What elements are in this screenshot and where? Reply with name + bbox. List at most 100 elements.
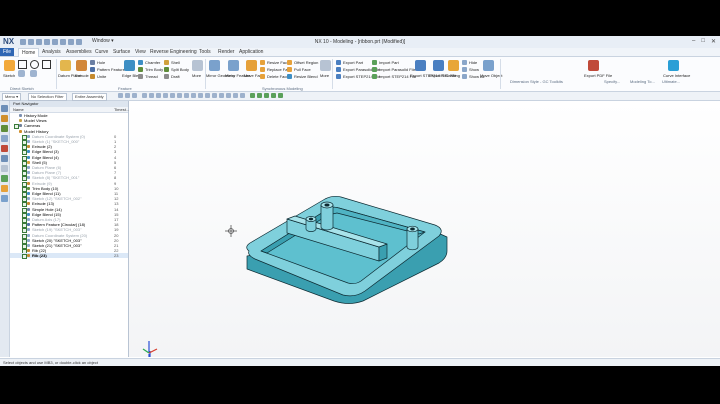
extrude-button[interactable]: Extrude — [75, 73, 89, 78]
snap-point-icon[interactable] — [156, 93, 161, 98]
constraint-navigator-icon[interactable] — [1, 115, 8, 122]
roles-icon[interactable] — [1, 195, 8, 202]
part-model[interactable] — [246, 195, 448, 304]
selection-scope-dropdown[interactable]: Entire Assembly — [72, 93, 107, 101]
split-body-button[interactable]: Split Body — [164, 67, 189, 72]
export-pdf-icon[interactable] — [588, 60, 599, 71]
column-name[interactable]: Name — [13, 107, 24, 112]
close-button[interactable]: ✕ — [711, 38, 716, 45]
shell-button[interactable]: Shell — [164, 60, 180, 65]
snap-point-icon[interactable] — [149, 93, 154, 98]
snap-point-icon[interactable] — [163, 93, 168, 98]
snap-point-icon[interactable] — [184, 93, 189, 98]
trim-body-button[interactable]: Trim Body — [138, 67, 163, 72]
export-part-button[interactable]: Export Part — [336, 60, 363, 65]
offset-region-button[interactable]: Offset Region — [287, 60, 318, 65]
sketch-icon[interactable] — [4, 60, 15, 71]
menu-dropdown[interactable]: Menu ▾ — [2, 93, 22, 101]
mirror-geometry-icon[interactable] — [209, 60, 220, 71]
snap-point-icon[interactable] — [177, 93, 182, 98]
export-stl-icon[interactable] — [433, 60, 444, 71]
polygon-icon[interactable] — [30, 70, 37, 77]
pattern-feature-button[interactable]: Pattern Feature — [90, 67, 125, 72]
draft-button[interactable]: Draft — [164, 74, 180, 79]
select-icon[interactable] — [125, 93, 130, 98]
tab-analysis[interactable]: Analysis — [42, 49, 61, 55]
view-orient-icon[interactable] — [271, 93, 276, 98]
line-icon[interactable] — [18, 60, 27, 69]
system-materials-icon[interactable] — [1, 175, 8, 182]
extrude-icon[interactable] — [76, 60, 87, 71]
tab-view[interactable]: View — [135, 49, 146, 55]
rectangle-icon[interactable] — [42, 60, 51, 69]
pull-face-button[interactable]: Pull Face — [287, 67, 311, 72]
datum-plane-icon[interactable] — [60, 60, 71, 71]
tab-application[interactable]: Application — [239, 49, 263, 55]
tab-surface[interactable]: Surface — [113, 49, 130, 55]
tab-home[interactable]: Home — [18, 48, 40, 57]
snap-point-icon[interactable] — [226, 93, 231, 98]
more-sync-button[interactable]: More — [320, 73, 329, 78]
snap-point-icon[interactable] — [233, 93, 238, 98]
arc-icon[interactable] — [18, 70, 25, 77]
snap-point-icon[interactable] — [191, 93, 196, 98]
more-icon[interactable] — [192, 60, 203, 71]
select-icon[interactable] — [132, 93, 137, 98]
process-studio-icon[interactable] — [1, 185, 8, 192]
specify-label[interactable]: Specify... — [604, 79, 620, 84]
snap-point-icon[interactable] — [198, 93, 203, 98]
tab-assemblies[interactable]: Assemblies — [66, 49, 92, 55]
reuse-library-icon[interactable] — [1, 135, 8, 142]
viewport-canvas[interactable] — [129, 101, 720, 366]
thread-button[interactable]: Thread — [138, 74, 158, 79]
hole-button[interactable]: Hole — [90, 60, 105, 65]
view-orient-icon[interactable] — [257, 93, 262, 98]
hd3d-tools-icon[interactable] — [1, 145, 8, 152]
tab-reverse-engineering[interactable]: Reverse Engineering — [150, 49, 197, 55]
curve-interface-icon[interactable] — [668, 60, 679, 71]
hide-button[interactable]: Hide — [462, 60, 477, 65]
drafting-button[interactable]: Drafting — [446, 73, 460, 78]
more-button[interactable]: More — [192, 73, 201, 78]
snap-point-icon[interactable] — [205, 93, 210, 98]
minimize-button[interactable]: – — [692, 38, 695, 45]
modeling-tools-label[interactable]: Modeling To... — [630, 79, 655, 84]
view-orient-icon[interactable] — [278, 93, 283, 98]
mirror-feature-icon[interactable] — [228, 60, 239, 71]
resize-face-button[interactable]: Resize Face — [260, 60, 289, 65]
snap-point-icon[interactable] — [142, 93, 147, 98]
unite-button[interactable]: Unite — [90, 74, 106, 79]
snap-point-icon[interactable] — [170, 93, 175, 98]
maximize-button[interactable]: □ — [701, 38, 705, 45]
resize-blend-button[interactable]: Resize Blend — [287, 74, 318, 79]
tab-render[interactable]: Render — [218, 49, 234, 55]
selection-filter-dropdown[interactable]: No Selection Filter — [28, 93, 67, 101]
history-icon[interactable] — [1, 165, 8, 172]
export-pdf-button[interactable]: Export PDF File — [584, 73, 612, 78]
chamfer-button[interactable]: Chamfer — [138, 60, 160, 65]
tab-tools[interactable]: Tools — [199, 49, 211, 55]
view-orient-icon[interactable] — [250, 93, 255, 98]
more-sync-icon[interactable] — [320, 60, 331, 71]
delete-face-button[interactable]: Delete Face — [260, 74, 289, 79]
edge-blend-icon[interactable] — [124, 60, 135, 71]
part-navigator-icon[interactable] — [1, 125, 8, 132]
sketch-button[interactable]: Sketch — [3, 73, 15, 78]
move-object-icon[interactable] — [483, 60, 494, 71]
view-orient-icon[interactable] — [264, 93, 269, 98]
tree-row[interactable]: Rib (23) 23 — [10, 253, 128, 260]
snap-point-icon[interactable] — [212, 93, 217, 98]
select-icon[interactable] — [118, 93, 123, 98]
drafting-icon[interactable] — [448, 60, 459, 71]
graphics-viewport[interactable] — [129, 101, 720, 366]
snap-point-icon[interactable] — [240, 93, 245, 98]
import-part-button[interactable]: Import Part — [372, 60, 399, 65]
export-step-file-icon[interactable] — [415, 60, 426, 71]
show-button[interactable]: Show — [462, 67, 479, 72]
assembly-navigator-icon[interactable] — [1, 105, 8, 112]
ultimate-label[interactable]: Ultimate... — [662, 79, 680, 84]
import-parasolid-button[interactable]: Import Parasolid File — [372, 67, 416, 72]
web-browser-icon[interactable] — [1, 155, 8, 162]
curve-interface-button[interactable]: Curve Interface — [663, 73, 690, 78]
circle-icon[interactable] — [30, 60, 39, 69]
